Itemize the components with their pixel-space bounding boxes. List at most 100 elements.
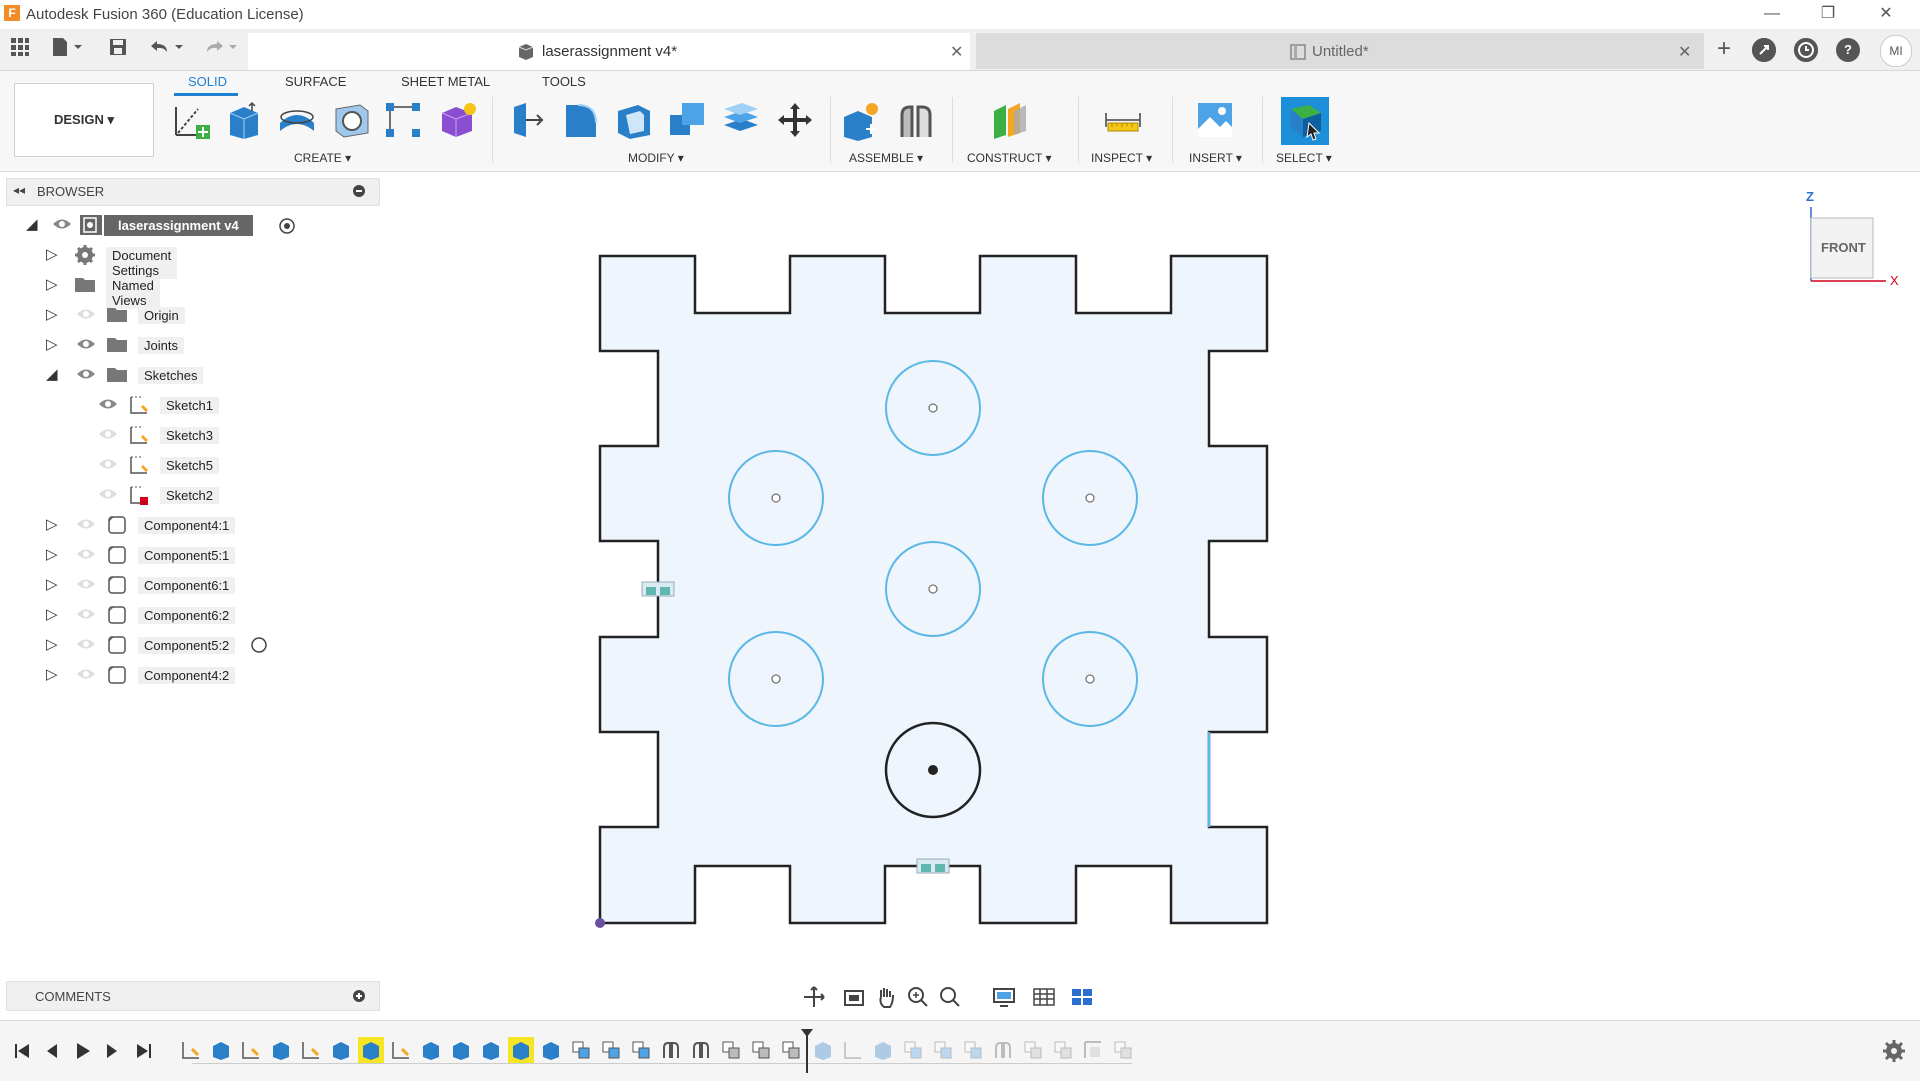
design-canvas[interactable] (0, 172, 1920, 972)
comments-panel[interactable]: COMMENTS (6, 981, 380, 1011)
timeline-extrude-icon[interactable] (210, 1039, 232, 1061)
extrude-icon[interactable] (222, 99, 264, 141)
timeline-extrude-icon[interactable] (540, 1039, 562, 1061)
new-tab-button[interactable]: + (1712, 37, 1736, 61)
timeline-align-icon[interactable] (1082, 1039, 1104, 1061)
press-pull-icon[interactable] (506, 99, 548, 141)
workspace-switcher-button[interactable]: DESIGN ▾ (14, 83, 154, 157)
timeline-joint-icon[interactable] (660, 1039, 682, 1061)
timeline-next-icon[interactable] (100, 1039, 124, 1063)
data-panel-grid-icon[interactable] (8, 37, 32, 61)
tab-sheet-metal[interactable]: SHEET METAL (401, 74, 490, 89)
restore-button[interactable]: ❐ (1808, 2, 1848, 26)
timeline-extrude-icon[interactable] (450, 1039, 472, 1061)
timeline-component-icon[interactable] (932, 1039, 954, 1061)
timeline-extrude-icon[interactable] (420, 1039, 442, 1061)
timeline-component-icon[interactable] (962, 1039, 984, 1061)
timeline-last-icon[interactable] (132, 1039, 156, 1063)
timeline-component-icon[interactable] (600, 1039, 622, 1061)
timeline-sketch-icon[interactable] (390, 1039, 412, 1061)
undo-icon[interactable] (146, 37, 186, 61)
create-menu[interactable]: CREATE ▾ (294, 151, 351, 165)
construct-menu[interactable]: CONSTRUCT ▾ (967, 151, 1051, 165)
create-sketch-icon[interactable] (170, 99, 212, 141)
assemble-menu[interactable]: ASSEMBLE ▾ (849, 151, 923, 165)
measure-icon[interactable] (1102, 99, 1144, 141)
timeline-extrude-icon[interactable] (812, 1039, 834, 1061)
pan-hand-icon[interactable] (874, 985, 898, 1009)
extensions-icon[interactable] (1752, 38, 1776, 62)
minimize-button[interactable]: — (1752, 2, 1792, 26)
offset-plane-icon[interactable] (990, 99, 1032, 141)
timeline-sketch-icon[interactable] (180, 1039, 202, 1061)
timeline-highlighted-extrude-icon[interactable] (508, 1037, 534, 1063)
timeline-joint-icon[interactable] (690, 1039, 712, 1061)
grid-settings-icon[interactable] (1032, 985, 1056, 1009)
timeline-component-icon[interactable] (1022, 1039, 1044, 1061)
timeline-highlighted-extrude-icon[interactable] (358, 1037, 384, 1063)
tab-solid[interactable]: SOLID (188, 74, 227, 89)
timeline-component-icon[interactable] (780, 1039, 802, 1061)
fillet-icon[interactable] (560, 99, 602, 141)
redo-icon[interactable] (200, 37, 240, 61)
insert-menu[interactable]: INSERT ▾ (1189, 151, 1242, 165)
shell-icon[interactable] (612, 99, 654, 141)
add-comment-icon[interactable] (353, 990, 365, 1002)
timeline-joint-icon[interactable] (992, 1039, 1014, 1061)
pattern-icon[interactable] (382, 99, 424, 141)
joint-marker-icon[interactable] (641, 581, 675, 597)
timeline-component-icon[interactable] (1052, 1039, 1074, 1061)
timeline-sketch-icon[interactable] (300, 1039, 322, 1061)
timeline-marker[interactable] (806, 1033, 808, 1073)
timeline-component-icon[interactable] (720, 1039, 742, 1061)
timeline-previous-icon[interactable] (40, 1039, 64, 1063)
timeline-component-icon[interactable] (1112, 1039, 1134, 1061)
fit-zoom-icon[interactable] (938, 985, 962, 1009)
insert-image-icon[interactable] (1194, 99, 1236, 141)
zoom-icon[interactable] (906, 985, 930, 1009)
timeline-extrude-icon[interactable] (270, 1039, 292, 1061)
timeline-component-icon[interactable] (750, 1039, 772, 1061)
timeline-component-icon[interactable] (902, 1039, 924, 1061)
viewcube-front-face[interactable]: FRONT (1821, 240, 1866, 255)
timeline-sketch-icon[interactable] (240, 1039, 262, 1061)
timeline-play-icon[interactable] (70, 1039, 94, 1063)
inspect-menu[interactable]: INSPECT ▾ (1091, 151, 1152, 165)
select-menu[interactable]: SELECT ▾ (1276, 151, 1332, 165)
new-component-icon[interactable] (840, 99, 882, 141)
combine-icon[interactable] (666, 99, 708, 141)
close-window-button[interactable]: ✕ (1866, 2, 1906, 26)
joint-marker-icon[interactable] (916, 858, 950, 874)
display-settings-icon[interactable] (992, 985, 1016, 1009)
select-icon[interactable] (1281, 97, 1329, 145)
offset-face-icon[interactable] (720, 99, 762, 141)
file-menu-icon[interactable] (48, 37, 88, 61)
viewcube[interactable]: Z X FRONT (1800, 185, 1910, 295)
modify-menu[interactable]: MODIFY ▾ (628, 151, 684, 165)
move-copy-icon[interactable] (774, 99, 816, 141)
tab-laserassignment[interactable]: laserassignment v4* ✕ (248, 33, 970, 70)
orbit-icon[interactable] (802, 985, 826, 1009)
save-icon[interactable] (106, 37, 130, 61)
joint-icon[interactable] (894, 99, 936, 141)
timeline-component-icon[interactable] (570, 1039, 592, 1061)
tab-tools[interactable]: TOOLS (542, 74, 586, 89)
tab-surface[interactable]: SURFACE (285, 74, 346, 89)
hole-icon[interactable] (330, 99, 372, 141)
timeline-extrude-icon[interactable] (872, 1039, 894, 1061)
tab-close-icon[interactable]: ✕ (950, 42, 963, 62)
user-avatar[interactable]: MI (1880, 35, 1912, 67)
viewports-icon[interactable] (1070, 985, 1094, 1009)
timeline-settings-gear-icon[interactable] (1882, 1039, 1906, 1063)
look-at-icon[interactable] (842, 985, 866, 1009)
job-status-clock-icon[interactable] (1794, 38, 1818, 62)
timeline-first-icon[interactable] (10, 1039, 34, 1063)
tab-close-icon[interactable]: ✕ (1678, 42, 1691, 62)
timeline-extrude-icon[interactable] (330, 1039, 352, 1061)
timeline-sketch-icon[interactable] (842, 1039, 864, 1061)
timeline-marker-handle-icon[interactable] (801, 1029, 813, 1037)
revolve-icon[interactable] (276, 99, 318, 141)
help-icon[interactable]: ? (1836, 38, 1860, 62)
timeline-component-icon[interactable] (630, 1039, 652, 1061)
tab-untitled[interactable]: Untitled* ✕ (976, 33, 1704, 69)
